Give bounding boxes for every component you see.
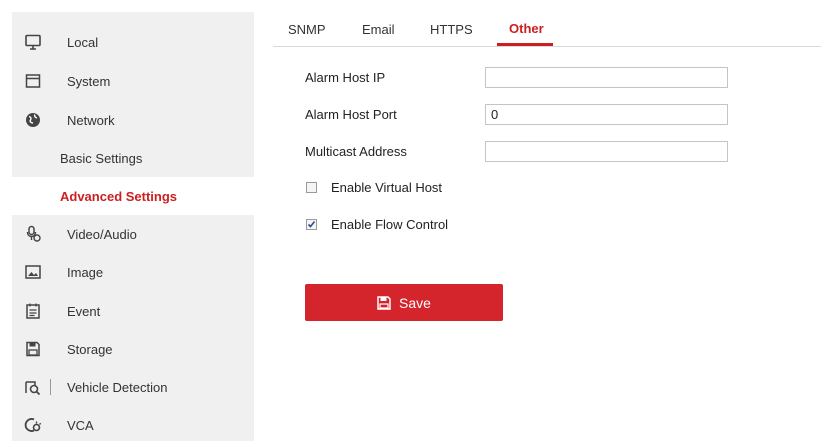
sidebar-item-label: Local bbox=[67, 34, 99, 50]
save-button-label: Save bbox=[399, 294, 431, 311]
sidebar-item-label: Vehicle Detection bbox=[67, 379, 168, 395]
checkmark-icon bbox=[307, 221, 316, 228]
video-audio-icon bbox=[24, 225, 42, 243]
sidebar-item-vehicle-detection[interactable]: Vehicle Detection bbox=[12, 368, 254, 406]
enable-flow-control-label: Enable Flow Control bbox=[331, 217, 449, 232]
sidebar-item-label: VCA bbox=[67, 417, 94, 433]
image-icon bbox=[24, 263, 42, 281]
sidebar-item-advanced-settings[interactable]: Advanced Settings bbox=[12, 177, 254, 215]
enable-flow-control-checkbox[interactable] bbox=[306, 219, 317, 230]
vca-icon bbox=[24, 416, 42, 434]
tab-email[interactable]: Email bbox=[362, 22, 395, 37]
sidebar-item-label: Basic Settings bbox=[60, 150, 143, 166]
sidebar-item-system[interactable]: System bbox=[12, 62, 254, 100]
sidebar-item-event[interactable]: Event bbox=[12, 292, 254, 330]
active-tab-indicator bbox=[497, 43, 553, 46]
enable-virtual-host-checkbox[interactable] bbox=[306, 182, 317, 193]
sidebar-item-storage[interactable]: Storage bbox=[12, 330, 254, 368]
event-icon bbox=[24, 302, 42, 320]
vehicle-detection-icon bbox=[24, 378, 42, 396]
alarm-host-ip-label: Alarm Host IP bbox=[305, 70, 386, 85]
storage-icon bbox=[24, 340, 42, 358]
alarm-host-port-label: Alarm Host Port bbox=[305, 107, 397, 122]
floppy-disk-icon bbox=[377, 295, 391, 310]
sidebar-item-label: Advanced Settings bbox=[60, 188, 178, 204]
system-icon bbox=[24, 72, 42, 90]
multicast-address-input[interactable] bbox=[485, 141, 728, 162]
sidebar-item-label: Video/Audio bbox=[67, 226, 137, 242]
tab-https[interactable]: HTTPS bbox=[430, 22, 473, 37]
tab-other[interactable]: Other bbox=[509, 21, 544, 36]
sidebar-item-video-audio[interactable]: Video/Audio bbox=[12, 215, 254, 253]
monitor-icon bbox=[24, 33, 42, 51]
globe-icon bbox=[24, 111, 42, 129]
sidebar-item-local[interactable]: Local bbox=[12, 23, 254, 61]
sidebar-item-vca[interactable]: VCA bbox=[12, 406, 254, 444]
sidebar-item-image[interactable]: Image bbox=[12, 253, 254, 291]
alarm-host-port-input[interactable] bbox=[485, 104, 728, 125]
sidebar-separator bbox=[50, 379, 51, 395]
sidebar-item-label: System bbox=[67, 73, 111, 89]
enable-virtual-host-row[interactable]: Enable Virtual Host bbox=[306, 180, 442, 195]
enable-virtual-host-label: Enable Virtual Host bbox=[331, 180, 443, 195]
save-button[interactable]: Save bbox=[305, 284, 503, 321]
sidebar-item-basic-settings[interactable]: Basic Settings bbox=[12, 139, 254, 177]
tab-snmp[interactable]: SNMP bbox=[288, 22, 326, 37]
sidebar-item-label: Storage bbox=[67, 341, 113, 357]
alarm-host-ip-input[interactable] bbox=[485, 67, 728, 88]
sidebar-item-label: Image bbox=[67, 264, 104, 280]
settings-tabs: SNMP Email HTTPS Other bbox=[273, 12, 821, 47]
enable-flow-control-row[interactable]: Enable Flow Control bbox=[306, 217, 448, 232]
sidebar-item-label: Network bbox=[67, 112, 115, 128]
sidebar-item-label: Event bbox=[67, 303, 101, 319]
multicast-address-label: Multicast Address bbox=[305, 144, 407, 159]
sidebar: Local System Network Basic Settings Adva… bbox=[12, 12, 254, 441]
sidebar-item-network[interactable]: Network bbox=[12, 101, 254, 139]
